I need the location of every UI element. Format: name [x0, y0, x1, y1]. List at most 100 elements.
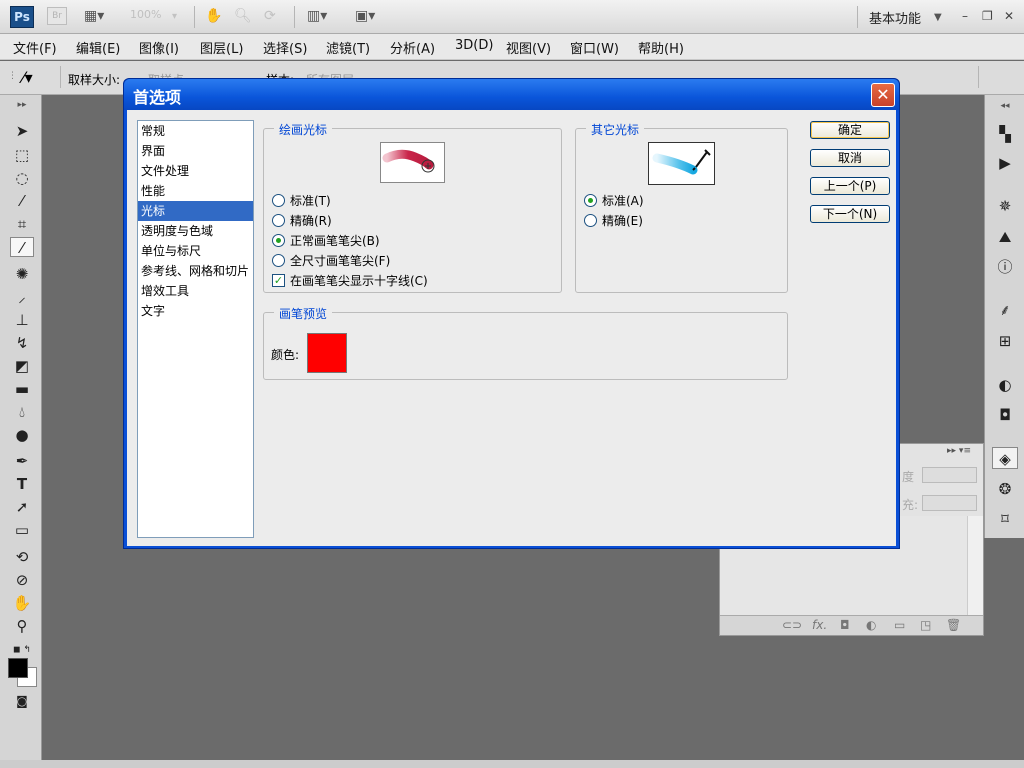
3d-orbit-tool-icon[interactable]: ⊘: [10, 570, 34, 590]
layers-scrollbar[interactable]: [967, 516, 983, 616]
previous-button[interactable]: 上一个(P): [810, 177, 890, 195]
dodge-tool-icon[interactable]: ●: [10, 425, 34, 445]
radio-other-precise-button[interactable]: [584, 213, 597, 227]
category-interface[interactable]: 界面: [138, 141, 253, 161]
hand-icon[interactable]: ✋: [205, 8, 222, 24]
zoom-tool-icon[interactable]: ⚲: [10, 616, 34, 636]
navigator-icon[interactable]: ✵: [992, 195, 1018, 217]
foreground-color-swatch[interactable]: [8, 658, 28, 678]
radio-normal-brush-tip[interactable]: 正常画笔笔尖(B): [272, 232, 380, 248]
channels-icon[interactable]: ❂: [992, 478, 1018, 500]
menu-view[interactable]: 视图(V): [506, 38, 551, 57]
expand-panels-icon[interactable]: ◂◂: [992, 95, 1018, 117]
rotate-icon[interactable]: ⟳: [264, 8, 276, 24]
category-plugins[interactable]: 增效工具: [138, 281, 253, 301]
checkbox-show-crosshair-box[interactable]: ✓: [272, 273, 285, 287]
next-button[interactable]: 下一个(N): [810, 205, 890, 223]
workspace-selector[interactable]: 基本功能: [869, 8, 921, 27]
dialog-close-button[interactable]: ✕: [871, 83, 895, 107]
ok-button[interactable]: 确定: [810, 121, 890, 139]
zoom-icon[interactable]: 🔍︎: [234, 8, 252, 24]
actions-icon[interactable]: ▶: [992, 152, 1018, 174]
panel-menu-icon[interactable]: ▸▸ ▾≡: [947, 446, 971, 456]
masks-icon[interactable]: ◘: [992, 404, 1018, 426]
checkbox-show-crosshair[interactable]: ✓ 在画笔笔尖显示十字线(C): [272, 272, 428, 288]
clone-source-icon[interactable]: ⊞: [992, 330, 1018, 352]
radio-other-precise[interactable]: 精确(E): [584, 212, 643, 228]
eyedropper-icon[interactable]: ⁄▾: [22, 68, 33, 87]
shape-tool-icon[interactable]: ▭: [10, 520, 34, 540]
menu-analysis[interactable]: 分析(A): [390, 38, 435, 57]
default-colors-icon[interactable]: ◼ ↰: [10, 640, 34, 660]
zoom-dropdown-icon[interactable]: ▾: [172, 11, 177, 22]
film-icon[interactable]: ▦▾: [84, 8, 104, 24]
type-tool-icon[interactable]: T: [10, 474, 34, 494]
dialog-title-bar[interactable]: 首选项 ✕: [124, 79, 899, 110]
menu-filter[interactable]: 滤镜(T): [326, 38, 370, 57]
brush-preview-color-swatch[interactable]: [307, 333, 347, 373]
group-icon[interactable]: ▭: [894, 618, 905, 632]
menu-layer[interactable]: 图层(L): [200, 38, 243, 57]
opacity-field[interactable]: [922, 467, 977, 483]
history-brush-tool-icon[interactable]: ↯: [10, 333, 34, 353]
category-file-handling[interactable]: 文件处理: [138, 161, 253, 181]
category-cursors[interactable]: 光标: [138, 201, 253, 221]
category-guides-grid[interactable]: 参考线、网格和切片: [138, 261, 253, 281]
adjustment-icon[interactable]: ◐: [866, 618, 876, 632]
menu-select[interactable]: 选择(S): [263, 38, 307, 57]
paths-icon[interactable]: ⌑: [992, 508, 1018, 530]
layers-icon[interactable]: ◈: [992, 447, 1018, 469]
radio-precise-button[interactable]: [272, 213, 285, 227]
screen-mode-icon[interactable]: ▣▾: [355, 8, 375, 24]
histogram-icon[interactable]: ⛰: [992, 226, 1018, 248]
pen-tool-icon[interactable]: ✒: [10, 451, 34, 471]
category-general[interactable]: 常规: [138, 121, 253, 141]
quick-mask-icon[interactable]: ◙: [10, 691, 34, 711]
bridge-button[interactable]: Br: [47, 7, 67, 25]
marquee-tool-icon[interactable]: ⬚: [10, 145, 34, 165]
radio-full-size-brush-tip[interactable]: 全尺寸画笔笔尖(F): [272, 252, 390, 268]
radio-standard[interactable]: 标准(T): [272, 192, 331, 208]
crop-tool-icon[interactable]: ⌗: [10, 214, 34, 234]
brushes-icon[interactable]: ⸙: [992, 299, 1018, 321]
menu-image[interactable]: 图像(I): [139, 38, 179, 57]
link-icon[interactable]: ⊂⊃: [782, 618, 802, 632]
category-type[interactable]: 文字: [138, 301, 253, 321]
hand-tool-icon[interactable]: ✋: [10, 593, 34, 613]
quick-select-tool-icon[interactable]: ⁄: [10, 191, 34, 211]
layout-icon[interactable]: ▥▾: [307, 8, 327, 24]
category-units-rulers[interactable]: 单位与标尺: [138, 241, 253, 261]
cancel-button[interactable]: 取消: [810, 149, 890, 167]
3d-rotate-tool-icon[interactable]: ⟲: [10, 547, 34, 567]
move-tool-icon[interactable]: ➤: [10, 121, 34, 141]
fx-icon[interactable]: fx.: [812, 618, 827, 632]
info-icon[interactable]: ⓘ: [992, 256, 1018, 278]
radio-full-size-brush-tip-button[interactable]: [272, 253, 285, 267]
collapse-toolbar-icon[interactable]: ▸▸: [10, 95, 34, 115]
close-icon[interactable]: ✕: [1004, 9, 1014, 23]
radio-normal-brush-tip-button[interactable]: [272, 233, 285, 247]
path-select-tool-icon[interactable]: ➚: [10, 497, 34, 517]
mask-icon[interactable]: ◘: [840, 618, 850, 632]
category-transparency[interactable]: 透明度与色域: [138, 221, 253, 241]
trash-icon[interactable]: 🗑︎: [946, 618, 961, 632]
menu-3d[interactable]: 3D(D): [455, 38, 493, 53]
radio-other-standard[interactable]: 标准(A): [584, 192, 644, 208]
brush-tool-icon[interactable]: ⸝: [10, 287, 34, 307]
new-layer-icon[interactable]: ◳: [920, 618, 931, 632]
clone-stamp-tool-icon[interactable]: ⊥: [10, 310, 34, 330]
lasso-tool-icon[interactable]: ◌: [10, 168, 34, 188]
history-icon[interactable]: ▚: [992, 123, 1018, 145]
gradient-tool-icon[interactable]: ▬: [10, 379, 34, 399]
healing-brush-tool-icon[interactable]: ✺: [10, 264, 34, 284]
category-performance[interactable]: 性能: [138, 181, 253, 201]
eraser-tool-icon[interactable]: ◩: [10, 356, 34, 376]
adjustments-icon[interactable]: ◐: [992, 374, 1018, 396]
minimize-icon[interactable]: –: [962, 9, 968, 23]
zoom-level[interactable]: 100%: [130, 8, 186, 26]
radio-other-standard-button[interactable]: [584, 193, 597, 207]
menu-file[interactable]: 文件(F): [13, 38, 57, 57]
radio-standard-button[interactable]: [272, 193, 285, 207]
menu-edit[interactable]: 编辑(E): [76, 38, 120, 57]
restore-icon[interactable]: ❐: [982, 9, 993, 23]
